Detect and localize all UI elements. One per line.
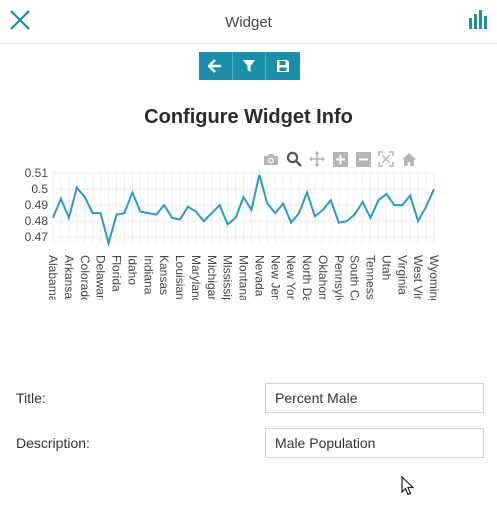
- x-tick-label: Utah: [379, 255, 393, 280]
- x-tick-label: Delaware: [94, 255, 108, 300]
- x-tick-label: North Dakota: [300, 255, 314, 300]
- description-label: Description:: [16, 435, 90, 451]
- x-tick-label: Louisiana: [173, 255, 187, 300]
- description-input[interactable]: [265, 428, 484, 458]
- widget-toolbar: [199, 52, 300, 80]
- x-tick-label: Pennsylvania: [332, 255, 346, 300]
- x-tick-label: Arkansas: [62, 255, 76, 300]
- bar-chart-icon: [469, 10, 487, 29]
- x-tick-label: West Virginia: [411, 255, 425, 300]
- chart-grid: [52, 170, 435, 245]
- mouse-cursor-icon: [401, 476, 415, 496]
- x-tick-label: Maryland: [189, 255, 203, 300]
- x-tick-label: Wyoming: [427, 255, 441, 300]
- x-tick-label: Colorado: [78, 255, 92, 300]
- filter-button[interactable]: [232, 52, 267, 80]
- save-icon: [277, 60, 290, 72]
- x-tick-label: Tennessee: [364, 255, 378, 300]
- y-tick-label: 0.48: [25, 214, 49, 228]
- x-tick-label: Florida: [110, 255, 124, 292]
- x-tick-label: Mississippi: [221, 255, 235, 300]
- x-tick-label: Kansas: [157, 255, 171, 295]
- x-tick-label: Michigan: [205, 255, 219, 300]
- title-input[interactable]: [265, 383, 484, 413]
- x-tick-label: Indiana: [141, 255, 155, 295]
- line-chart[interactable]: 0.47 0.48 0.49 0.5 0.51 Alabama Arkansas Color…: [0, 160, 497, 300]
- panel-title: Configure Widget Info: [144, 106, 353, 128]
- y-tick-label: 0.47: [25, 230, 49, 244]
- x-tick-label: New York: [284, 255, 298, 300]
- y-tick-label: 0.49: [25, 198, 49, 212]
- x-tick-label: Idaho: [125, 255, 139, 285]
- back-button[interactable]: [199, 52, 233, 80]
- y-tick-label: 0.5: [31, 182, 48, 196]
- x-tick-label: Nevada: [252, 255, 266, 297]
- header-title: Widget: [225, 14, 272, 31]
- arrow-left-icon: [208, 59, 222, 73]
- x-tick-label: South Carolina: [348, 255, 362, 300]
- header-divider: [0, 43, 497, 44]
- x-tick-label: Montana: [237, 255, 251, 300]
- title-label: Title:: [16, 390, 46, 406]
- save-button[interactable]: [266, 52, 300, 80]
- filter-icon: [243, 60, 255, 72]
- x-tick-label: Virginia: [395, 255, 409, 295]
- x-axis: Alabama Arkansas Colorado Delaware Florida Id…: [46, 255, 441, 300]
- stats-button[interactable]: [467, 9, 491, 31]
- x-tick-label: Oklahoma: [316, 255, 330, 300]
- x-tick-label: New Jersey: [268, 255, 282, 300]
- x-tick-label: Alabama: [46, 255, 60, 300]
- y-tick-label: 0.51: [25, 166, 49, 180]
- y-axis: 0.47 0.48 0.49 0.5 0.51: [25, 166, 49, 244]
